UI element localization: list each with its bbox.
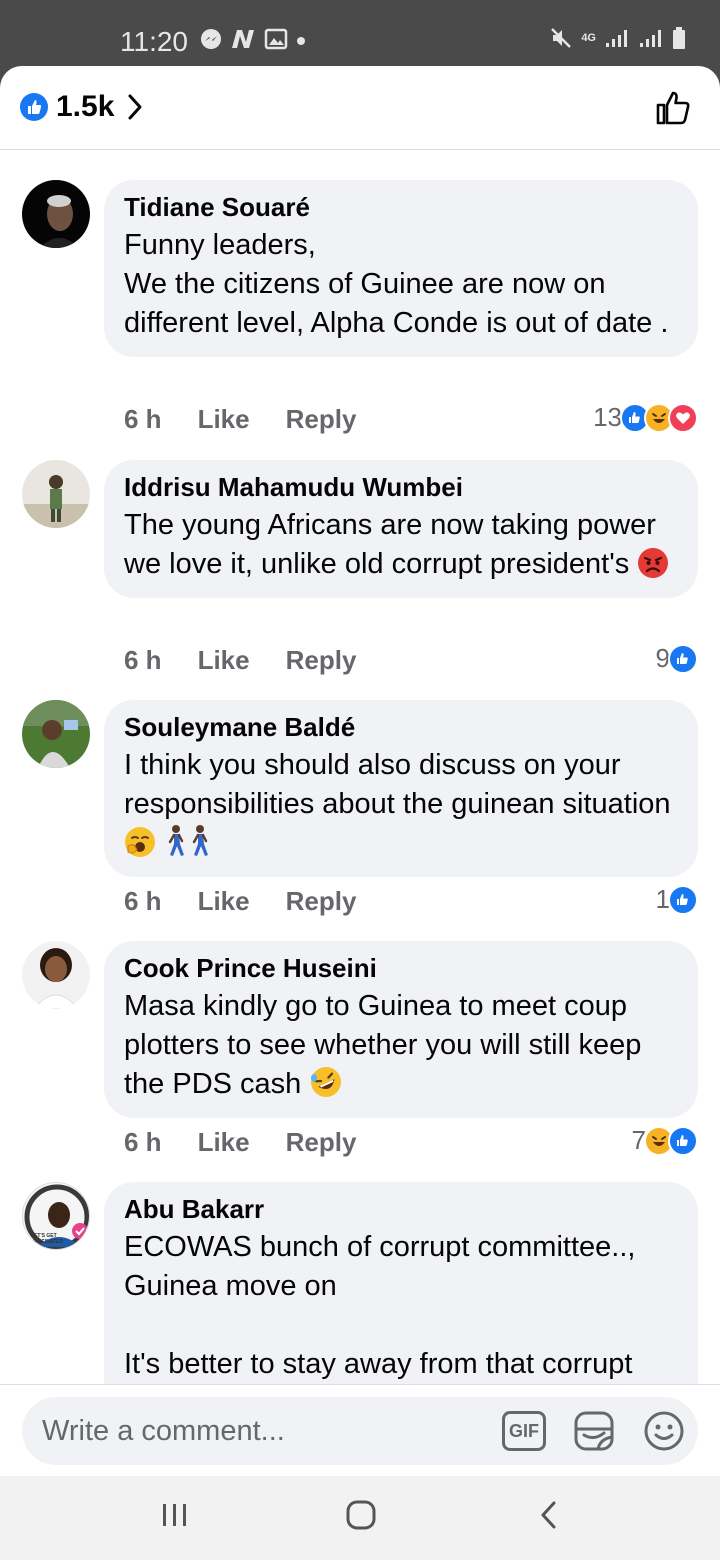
- comment-bubble: Tidiane Souaré Funny leaders, We the cit…: [104, 180, 698, 357]
- notification-icons: [200, 28, 306, 50]
- home-button[interactable]: [344, 1498, 378, 1537]
- comment-text: ECOWAS bunch of corrupt committee.., Gui…: [124, 1231, 636, 1380]
- like-comment-button[interactable]: Like: [198, 404, 250, 435]
- comment-text: Masa kindly go to Guinea to meet coup pl…: [124, 987, 678, 1104]
- reply-button[interactable]: Reply: [286, 404, 357, 435]
- comments-layer: Tidiane Souaré Funny leaders, We the cit…: [0, 152, 720, 1384]
- avatar[interactable]: LET'S GET VACCINATED: [22, 1182, 90, 1250]
- avatar[interactable]: [22, 700, 90, 768]
- network-type: 4G: [581, 32, 596, 44]
- gif-button[interactable]: GIF: [502, 1411, 546, 1451]
- person-walking-icon: [168, 825, 185, 856]
- mute-icon: [551, 28, 572, 48]
- avatar-image: [22, 180, 90, 248]
- reaction-summary[interactable]: 9: [656, 643, 698, 674]
- comment-author[interactable]: Iddrisu Mahamudu Wumbei: [124, 472, 678, 502]
- reply-button[interactable]: Reply: [286, 1127, 357, 1158]
- reaction-summary[interactable]: 13: [593, 402, 698, 433]
- comment-text-content: I think you should also discuss on your …: [124, 749, 671, 820]
- likes-count: 1.5k: [56, 90, 115, 123]
- status-bar: 11:20 4G: [0, 0, 720, 66]
- reply-button[interactable]: Reply: [286, 645, 357, 676]
- avatar-image: [22, 460, 90, 528]
- like-comment-button[interactable]: Like: [198, 886, 250, 917]
- thumbs-up-outline-icon: [656, 91, 690, 125]
- gallery-icon: [264, 28, 288, 50]
- sticker-button[interactable]: [572, 1409, 616, 1458]
- rofl-emoji-icon: [311, 1067, 342, 1097]
- reaction-summary[interactable]: 1: [656, 884, 698, 915]
- reaction-summary[interactable]: 7: [632, 1125, 698, 1156]
- comment-composer: GIF: [0, 1384, 720, 1476]
- comment-text: The young Africans are now taking power …: [124, 506, 678, 584]
- avatar[interactable]: [22, 180, 90, 248]
- comment-time: 6 h: [124, 886, 162, 916]
- avatar-image: [22, 941, 90, 1009]
- comment-bubble: Iddrisu Mahamudu Wumbei The young Africa…: [104, 460, 698, 598]
- likes-summary-button[interactable]: 1.5k: [20, 90, 148, 124]
- comment-text: Funny leaders, We the citizens of Guinee…: [124, 229, 669, 339]
- sheet-header: 1.5k: [0, 66, 720, 150]
- status-time: 11:20: [120, 26, 188, 57]
- signal-icon-2: [640, 30, 661, 47]
- chevron-right-icon: [128, 94, 142, 120]
- comment-bubble: Abu Bakarr ECOWAS bunch of corrupt commi…: [104, 1182, 698, 1384]
- love-reaction-icon: [668, 402, 698, 433]
- angry-emoji-icon: [638, 548, 669, 578]
- like-comment-button[interactable]: Like: [198, 1127, 250, 1158]
- back-icon: [541, 1501, 556, 1529]
- avatar[interactable]: [22, 941, 90, 1009]
- home-icon: [346, 1500, 376, 1530]
- recent-apps-button[interactable]: [158, 1498, 192, 1537]
- like-reaction-icon: [668, 643, 698, 674]
- dot-icon: [297, 37, 305, 45]
- sticker-icon: [574, 1411, 614, 1451]
- comment-actions: 6 h Like Reply: [124, 404, 392, 435]
- battery-icon: [673, 27, 685, 49]
- person-walking-icon: [192, 825, 209, 856]
- comment-time: 6 h: [124, 645, 162, 675]
- recent-apps-icon: [163, 1504, 186, 1526]
- system-icons: 4G: [549, 26, 686, 50]
- comment-text-content: The young Africans are now taking power …: [124, 509, 665, 580]
- signal-icon: [606, 30, 627, 47]
- like-reaction-icon: [668, 884, 698, 915]
- comment-text-content: Masa kindly go to Guinea to meet coup pl…: [124, 990, 650, 1100]
- like-reaction-icon: [20, 93, 48, 121]
- comment-bubble: Cook Prince Huseini Masa kindly go to Gu…: [104, 941, 698, 1118]
- avatar-frame-text: LET'S GET VACCINATED: [31, 1233, 64, 1245]
- comment-time: 6 h: [124, 404, 162, 434]
- comment-author[interactable]: Abu Bakarr: [124, 1194, 678, 1224]
- back-button[interactable]: [532, 1498, 566, 1537]
- like-reaction-icon: [668, 1125, 698, 1156]
- comment-actions: 6 h Like Reply: [124, 1127, 392, 1158]
- avatar-image: [22, 700, 90, 768]
- comment-author[interactable]: Souleymane Baldé: [124, 712, 678, 742]
- comment-author[interactable]: Tidiane Souaré: [124, 192, 678, 222]
- reply-button[interactable]: Reply: [286, 886, 357, 917]
- comment-bubble: Souleymane Baldé I think you should also…: [104, 700, 698, 877]
- like-post-button[interactable]: [654, 88, 694, 133]
- reaction-count: 13: [593, 402, 622, 432]
- avatar[interactable]: [22, 460, 90, 528]
- comment-time: 6 h: [124, 1127, 162, 1157]
- smiley-icon: [644, 1411, 684, 1451]
- n-app-icon: [232, 30, 254, 48]
- like-comment-button[interactable]: Like: [198, 645, 250, 676]
- system-nav-bar: [0, 1476, 720, 1560]
- yawning-emoji-icon: [125, 827, 155, 857]
- comment-text: I think you should also discuss on your …: [124, 746, 678, 863]
- messenger-icon: [201, 29, 221, 49]
- comment-actions: 6 h Like Reply: [124, 886, 392, 917]
- comment-author[interactable]: Cook Prince Huseini: [124, 953, 678, 983]
- comment-actions: 6 h Like Reply: [124, 645, 392, 676]
- emoji-button[interactable]: [642, 1409, 686, 1458]
